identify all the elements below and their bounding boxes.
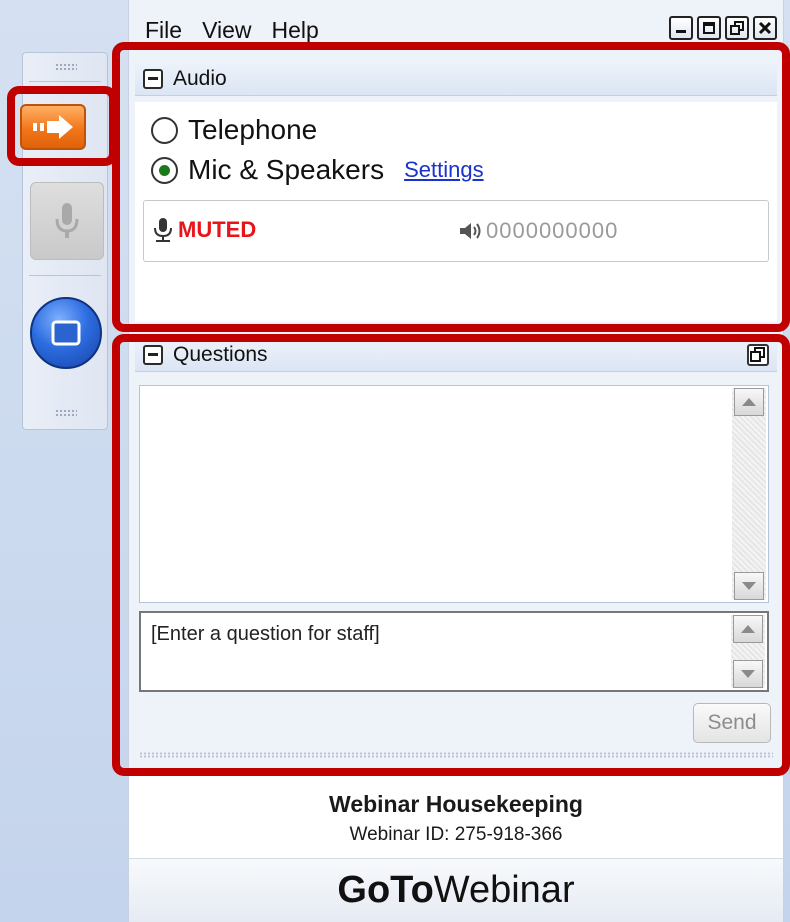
webinar-title: Webinar Housekeeping <box>329 791 583 817</box>
maximize-button[interactable] <box>697 16 721 40</box>
toolbar-divider <box>29 275 101 276</box>
logo-bold-text: GoTo <box>337 869 434 911</box>
menu-view[interactable]: View <box>186 17 251 44</box>
grip-icon[interactable] <box>55 63 77 71</box>
microphone-button[interactable] <box>30 182 104 260</box>
restore-button[interactable] <box>725 16 749 40</box>
screen-icon <box>51 320 81 346</box>
close-button[interactable] <box>753 16 777 40</box>
menu-help[interactable]: Help <box>256 17 319 44</box>
minimize-icon <box>676 30 686 33</box>
restore-icon <box>730 21 744 35</box>
minimize-button[interactable] <box>669 16 693 40</box>
highlight-frame-audio <box>112 42 790 332</box>
menu-file[interactable]: File <box>129 17 182 44</box>
microphone-icon <box>55 203 79 238</box>
close-icon <box>758 21 772 35</box>
window-controls <box>669 16 777 40</box>
logo-regular-text: Webinar <box>433 869 575 911</box>
grip-icon[interactable] <box>55 409 77 417</box>
webinar-info: Webinar Housekeeping Webinar ID: 275-918… <box>129 775 783 858</box>
highlight-frame-arrow <box>7 86 117 166</box>
webinar-id: Webinar ID: 275-918-366 <box>349 824 563 845</box>
highlight-frame-questions <box>112 334 790 776</box>
toolbar-divider <box>29 81 101 82</box>
maximize-icon <box>703 22 715 34</box>
gotowebinar-logo: GoTo Webinar <box>129 858 783 922</box>
screen-share-button[interactable] <box>30 297 102 369</box>
